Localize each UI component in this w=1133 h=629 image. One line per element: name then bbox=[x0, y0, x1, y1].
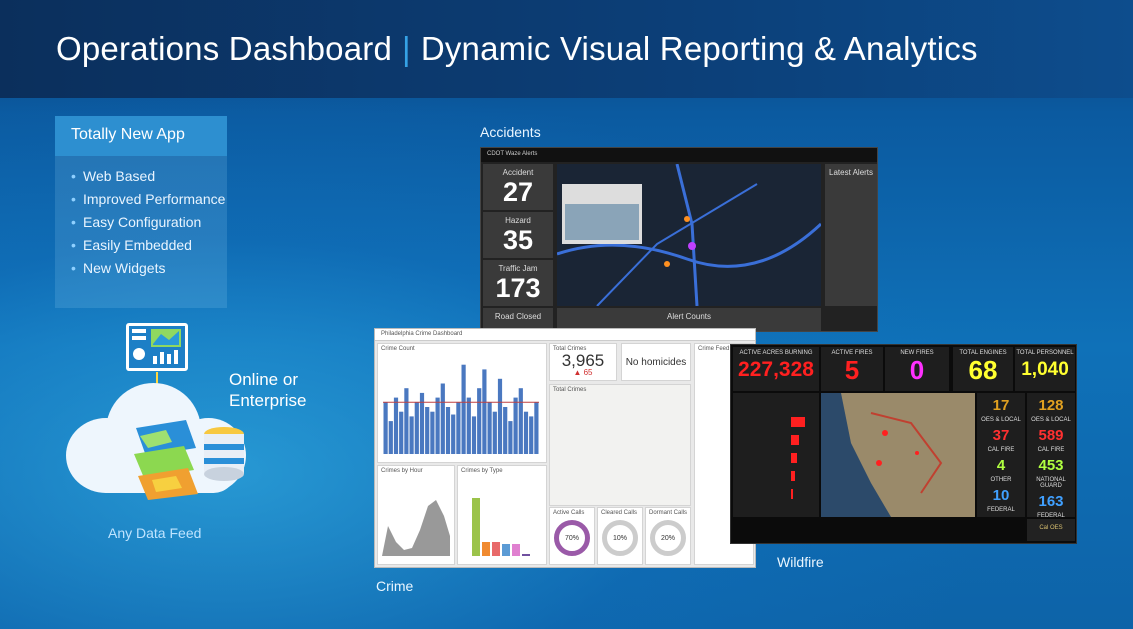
feature-item: Web Based bbox=[71, 168, 227, 185]
crime-bar bbox=[503, 407, 508, 454]
crime-bar bbox=[492, 411, 497, 454]
fire-kpi: TOTAL PERSONNEL 1,040 bbox=[1015, 347, 1075, 391]
feature-box: Totally New App Web Based Improved Perfo… bbox=[55, 116, 227, 308]
crimes-by-hour: Crimes by Hour bbox=[377, 465, 455, 565]
crime-bar bbox=[471, 416, 477, 454]
crime-bar bbox=[404, 388, 409, 454]
kpi-tile: Traffic Jam 173 bbox=[483, 260, 553, 306]
accidents-label: Accidents bbox=[480, 124, 541, 140]
donut-dormant: Dormant Calls 20% bbox=[645, 507, 691, 565]
crime-bar bbox=[461, 364, 466, 454]
donut-cleared: Cleared Calls 10% bbox=[597, 507, 643, 565]
fire-kpi: TOTAL ENGINES 68 bbox=[953, 347, 1013, 391]
donut-active: Active Calls 70% bbox=[549, 507, 595, 565]
feature-item: Easily Embedded bbox=[71, 237, 227, 254]
crime-bar bbox=[523, 411, 529, 454]
crime-bar bbox=[440, 383, 445, 454]
crime-bar bbox=[388, 421, 393, 454]
fire-side-right: 128 OES & LOCAL 589 CAL FIRE 453 NATIONA… bbox=[1027, 393, 1075, 519]
crime-bar bbox=[430, 411, 435, 454]
cal-oes-logo: Cal OES bbox=[1027, 519, 1075, 541]
crime-bar bbox=[445, 407, 451, 454]
crime-bar bbox=[414, 402, 419, 454]
feature-item: New Widgets bbox=[71, 260, 227, 277]
deployment-label: Online or Enterprise bbox=[229, 370, 307, 410]
crime-bar bbox=[534, 402, 539, 454]
crime-title: Philadelphia Crime Dashboard bbox=[375, 329, 755, 341]
homicides: No homicides bbox=[621, 343, 691, 381]
feature-list: Web Based Improved Performance Easy Conf… bbox=[55, 156, 227, 277]
crime-bar bbox=[383, 402, 388, 454]
fire-map[interactable] bbox=[821, 393, 975, 517]
crime-bar bbox=[425, 407, 430, 454]
crime-bar bbox=[435, 397, 440, 454]
page-title: Operations Dashboard | Dynamic Visual Repo… bbox=[56, 30, 978, 67]
kpi-tile: Hazard 35 bbox=[483, 212, 553, 258]
crime-bar bbox=[477, 388, 482, 454]
crime-count-bars bbox=[383, 364, 539, 454]
feature-item: Improved Performance bbox=[71, 191, 227, 208]
crime-label: Crime bbox=[376, 578, 414, 594]
crime-bar bbox=[513, 397, 518, 454]
kpi-tile: Accident 27 bbox=[483, 164, 553, 210]
dashboard-app-icon bbox=[126, 323, 188, 371]
crime-bar bbox=[518, 388, 523, 454]
header-banner: Operations Dashboard | Dynamic Visual Repo… bbox=[0, 0, 1133, 98]
crimes-by-type: Crimes by Type bbox=[457, 465, 547, 565]
feature-box-title: Totally New App bbox=[55, 116, 227, 156]
crime-bar bbox=[466, 397, 471, 454]
latest-alerts: Latest Alerts bbox=[825, 164, 877, 306]
feature-item: Easy Configuration bbox=[71, 214, 227, 231]
total-crimes: Total Crimes 3,965 ▲ 65 bbox=[549, 343, 617, 381]
crime-bar bbox=[393, 397, 399, 454]
crime-bar bbox=[456, 402, 461, 454]
crime-bar bbox=[508, 421, 513, 454]
fire-bar-chart bbox=[733, 393, 819, 517]
accidents-dashboard: CDOT Waze Alerts Accident 27 Hazard 35 T… bbox=[480, 147, 878, 332]
crime-bar bbox=[399, 411, 404, 454]
crime-map[interactable]: Total Crimes bbox=[549, 384, 691, 506]
fire-kpi: ACTIVE ACRES BURNING 227,328 bbox=[733, 347, 819, 391]
crime-bar bbox=[529, 416, 534, 454]
crime-dashboard: Philadelphia Crime Dashboard Crime Count… bbox=[374, 328, 756, 568]
traffic-map[interactable] bbox=[556, 163, 823, 307]
crime-bar bbox=[409, 416, 414, 454]
fire-side-left: 17 OES & LOCAL 37 CAL FIRE 4 OTHER 10 FE… bbox=[977, 393, 1025, 517]
data-feed-label: Any Data Feed bbox=[108, 525, 202, 541]
accidents-title: CDOT Waze Alerts bbox=[481, 148, 877, 162]
wildfire-dashboard: ACTIVE ACRES BURNING 227,328 ACTIVE FIRE… bbox=[730, 344, 1077, 544]
fire-kpi: NEW FIRES 0 bbox=[885, 347, 949, 391]
cloud-icon bbox=[66, 378, 246, 500]
crime-bar bbox=[451, 414, 456, 454]
fire-kpi: ACTIVE FIRES 5 bbox=[821, 347, 883, 391]
crime-bar bbox=[482, 369, 487, 454]
crime-count-chart: Crime Count bbox=[377, 343, 547, 463]
wildfire-label: Wildfire bbox=[777, 554, 824, 570]
crime-bar bbox=[487, 402, 492, 454]
crime-bar bbox=[497, 378, 503, 454]
